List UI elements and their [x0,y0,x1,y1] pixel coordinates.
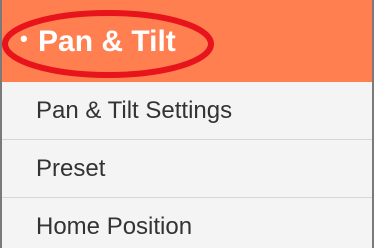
bullet-icon: • [20,26,28,51]
menu-item-label: Home Position [36,213,193,240]
menu-item-pan-tilt-settings[interactable]: Pan & Tilt Settings [2,82,372,140]
menu-header-pan-tilt[interactable]: • Pan & Tilt [2,0,372,82]
menu-header-label: Pan & Tilt [38,25,176,58]
menu-item-preset[interactable]: Preset [2,140,372,198]
pan-tilt-menu: • Pan & Tilt Pan & Tilt Settings Preset … [0,0,374,248]
menu-item-label: Preset [36,155,106,182]
menu-item-label: Pan & Tilt Settings [36,97,233,124]
menu-item-home-position[interactable]: Home Position [2,198,372,248]
